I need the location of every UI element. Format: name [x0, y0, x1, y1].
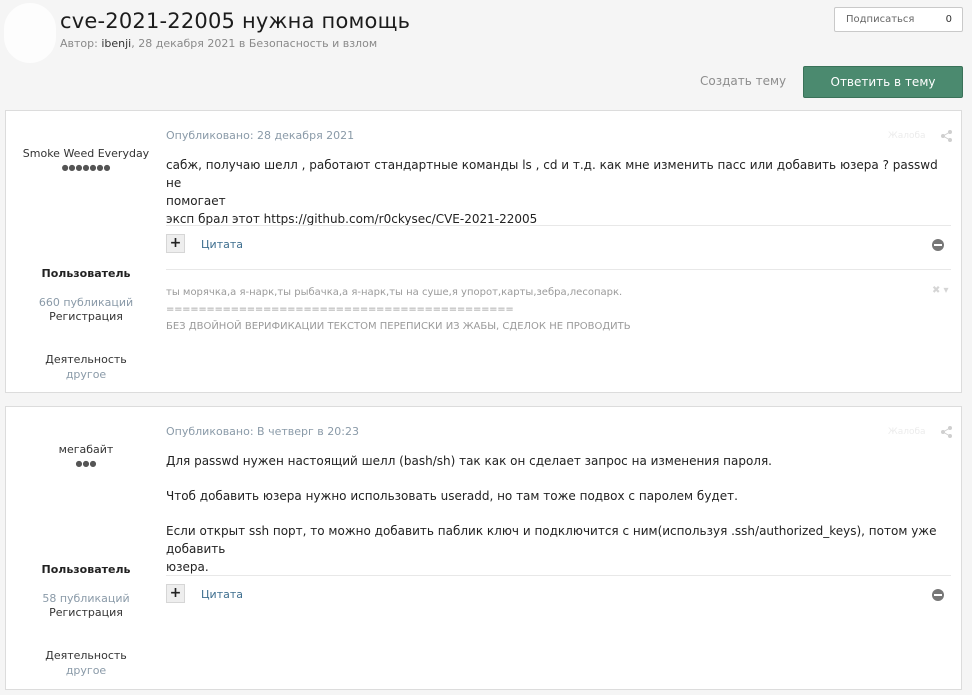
- reply-button[interactable]: Ответить в тему: [803, 66, 963, 98]
- divider: [166, 575, 951, 576]
- subscribe-label: Подписаться: [846, 14, 915, 25]
- reaction-icon[interactable]: [930, 588, 946, 602]
- post-date[interactable]: Опубликовано: В четверг в 20:23: [166, 425, 359, 438]
- post-line: юзера.: [166, 560, 209, 574]
- user-group: Пользователь: [41, 267, 131, 280]
- post-author-name[interactable]: Smoke Weed Everyday: [6, 147, 166, 160]
- post-content: Для passwd нужен настоящий шелл (bash/sh…: [166, 452, 956, 576]
- post-line: Чтоб добавить юзера нужно использовать u…: [166, 489, 738, 503]
- post-line: сабж, получаю шелл , работают стандартны…: [166, 158, 938, 190]
- activity-value: другое: [65, 664, 107, 677]
- author-prefix: Автор:: [60, 37, 102, 50]
- forum-link[interactable]: Безопасность и взлом: [249, 37, 377, 50]
- subscribe-count: 0: [945, 14, 952, 25]
- hide-signature-icon[interactable]: ✖ ▾: [932, 285, 949, 296]
- registration-label: Регистрация: [49, 606, 123, 619]
- multiquote-plus-button[interactable]: +: [166, 584, 185, 603]
- activity-label: Деятельность: [45, 353, 127, 366]
- topic-date: , 28 декабря 2021 в: [131, 37, 249, 50]
- create-topic-button[interactable]: Создать тему: [700, 74, 786, 88]
- post-line: помогает: [166, 194, 226, 208]
- quote-button[interactable]: Цитата: [201, 588, 243, 601]
- page-title: cve-2021-22005 нужна помощь: [60, 9, 411, 33]
- post-author-panel: мегабайт ●●● Пользователь 58 публикаций …: [6, 407, 166, 689]
- subscribe-button[interactable]: Подписаться 0: [834, 7, 963, 32]
- report-link[interactable]: Жалоба: [888, 131, 926, 141]
- signature: ты морячка,а я-нарк,ты рыбачка,а я-нарк,…: [166, 284, 631, 335]
- signature-line: ========================================…: [166, 304, 514, 315]
- post-content: сабж, получаю шелл , работают стандартны…: [166, 156, 956, 228]
- post-line: Если открыт ssh порт, то можно добавить …: [166, 524, 937, 556]
- signature-line: ты морячка,а я-нарк,ты рыбачка,а я-нарк,…: [166, 287, 623, 298]
- reaction-icon[interactable]: [930, 238, 946, 252]
- activity-label: Деятельность: [45, 649, 127, 662]
- topic-author-avatar[interactable]: [4, 3, 56, 63]
- post: Smoke Weed Everyday ●●●●●●● Пользователь…: [5, 110, 962, 393]
- posts-count: 58 публикаций: [42, 592, 130, 605]
- reputation-dots: ●●●●●●●: [61, 163, 111, 172]
- multiquote-plus-button[interactable]: +: [166, 234, 185, 253]
- topic-author-link[interactable]: ibenji: [101, 37, 131, 50]
- activity-value: другое: [65, 368, 107, 381]
- quote-button[interactable]: Цитата: [201, 238, 243, 251]
- user-group: Пользователь: [41, 563, 131, 576]
- post-line: Для passwd нужен настоящий шелл (bash/sh…: [166, 454, 772, 468]
- divider: [166, 225, 951, 226]
- signature-divider: [166, 269, 951, 270]
- post-author-panel: Smoke Weed Everyday ●●●●●●● Пользователь…: [6, 111, 166, 392]
- post-date[interactable]: Опубликовано: 28 декабря 2021: [166, 129, 354, 142]
- registration-label: Регистрация: [49, 310, 123, 323]
- post: мегабайт ●●● Пользователь 58 публикаций …: [5, 406, 962, 690]
- report-link[interactable]: Жалоба: [888, 427, 926, 437]
- topic-meta: Автор: ibenji, 28 декабря 2021 в Безопас…: [60, 37, 377, 50]
- share-icon[interactable]: [940, 425, 954, 439]
- posts-count: 660 публикаций: [38, 296, 134, 309]
- signature-line: БЕЗ ДВОЙНОЙ ВЕРИФИКАЦИИ ТЕКСТОМ ПЕРЕПИСК…: [166, 321, 631, 332]
- post-author-name[interactable]: мегабайт: [6, 443, 166, 456]
- share-icon[interactable]: [940, 129, 954, 143]
- reputation-dots: ●●●: [75, 459, 97, 468]
